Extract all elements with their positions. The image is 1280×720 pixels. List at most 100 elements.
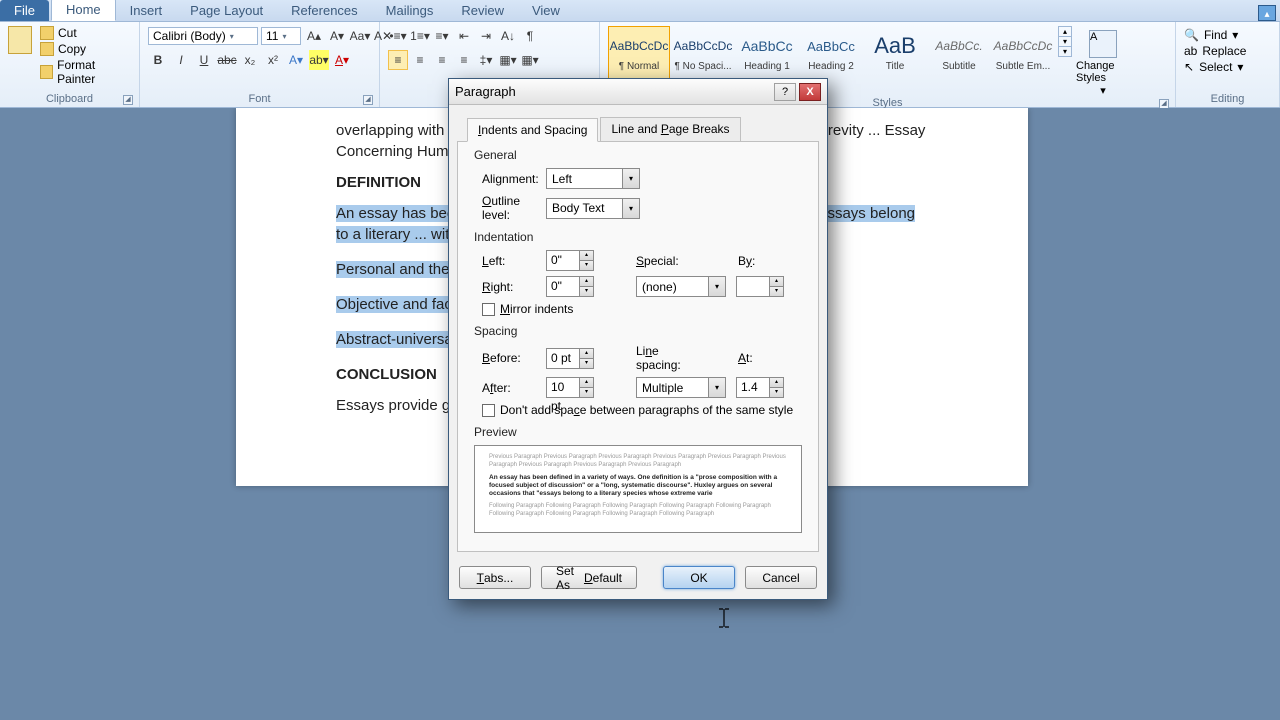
dialog-help-button[interactable]: ? (774, 83, 796, 101)
style-no-spacing[interactable]: AaBbCcDc¶ No Spaci... (672, 26, 734, 82)
align-right-button[interactable]: ≡ (432, 50, 452, 70)
font-name-combo[interactable]: Calibri (Body)▾ (148, 27, 258, 45)
change-styles-button[interactable]: A Change Styles▾ (1076, 26, 1130, 97)
format-painter-button[interactable]: Format Painter (40, 58, 131, 86)
styles-more[interactable]: ▾ (1059, 47, 1071, 56)
find-button[interactable]: 🔍Find▾ (1184, 28, 1270, 42)
indent-right-label: Right: (474, 280, 546, 294)
tab-page-layout[interactable]: Page Layout (176, 0, 277, 21)
align-center-button[interactable]: ≡ (410, 50, 430, 70)
bullets-button[interactable]: •≡▾ (388, 26, 408, 46)
group-label-editing: Editing (1211, 93, 1245, 105)
group-label-clipboard: Clipboard (46, 93, 93, 105)
subscript-button[interactable]: x₂ (240, 50, 260, 70)
style-normal[interactable]: AaBbCcDc¶ Normal (608, 26, 670, 82)
select-button[interactable]: ↖Select▾ (1184, 60, 1270, 74)
dialog-title-bar[interactable]: Paragraph ? X (449, 79, 827, 105)
paragraph-dialog: Paragraph ? X Indents and Spacing Line a… (448, 78, 828, 600)
style-subtitle[interactable]: AaBbCc.Subtitle (928, 26, 990, 82)
strikethrough-button[interactable]: abc (217, 50, 237, 70)
styles-scroll-up[interactable]: ▴ (1059, 27, 1071, 37)
spacing-section-label: Spacing (474, 324, 802, 338)
alignment-combo[interactable]: Left▾ (546, 168, 640, 189)
indent-left-spinner[interactable]: 0"▴▾ (546, 250, 594, 271)
indent-right-spinner[interactable]: 0"▴▾ (546, 276, 594, 297)
by-spinner[interactable]: ▴▾ (736, 276, 784, 297)
borders-button[interactable]: ▦▾ (520, 50, 540, 70)
italic-button[interactable]: I (171, 50, 191, 70)
alignment-label: Alignment: (474, 172, 546, 186)
copy-icon (40, 42, 54, 56)
style-title[interactable]: AaBTitle (864, 26, 926, 82)
after-spinner[interactable]: 10 pt▴▾ (546, 377, 594, 398)
change-case-button[interactable]: Aa▾ (350, 26, 370, 46)
superscript-button[interactable]: x² (263, 50, 283, 70)
tab-home[interactable]: Home (51, 0, 116, 21)
preview-section-label: Preview (474, 425, 802, 439)
preview-box: Previous Paragraph Previous Paragraph Pr… (474, 445, 802, 533)
dialog-title: Paragraph (455, 84, 516, 99)
style-heading1[interactable]: AaBbCcHeading 1 (736, 26, 798, 82)
style-heading2[interactable]: AaBbCcHeading 2 (800, 26, 862, 82)
text-effects-button[interactable]: A▾ (286, 50, 306, 70)
cancel-button[interactable]: Cancel (745, 566, 817, 589)
outline-level-combo[interactable]: Body Text▾ (546, 198, 640, 219)
copy-button[interactable]: Copy (40, 42, 131, 56)
sort-button[interactable]: A↓ (498, 26, 518, 46)
special-combo[interactable]: (none)▾ (636, 276, 726, 297)
justify-button[interactable]: ≡ (454, 50, 474, 70)
select-icon: ↖ (1184, 60, 1194, 74)
ribbon-tab-bar: File Home Insert Page Layout References … (0, 0, 1280, 22)
replace-button[interactable]: abReplace (1184, 44, 1270, 58)
grow-font-button[interactable]: A▴ (304, 26, 324, 46)
tab-review[interactable]: Review (447, 0, 518, 21)
minimize-ribbon-button[interactable]: ▴ (1258, 5, 1276, 21)
indent-left-label: Left: (474, 254, 546, 268)
increase-indent-button[interactable]: ⇥ (476, 26, 496, 46)
styles-scroll-down[interactable]: ▾ (1059, 37, 1071, 47)
style-subtle-em[interactable]: AaBbCcDcSubtle Em... (992, 26, 1054, 82)
before-spinner[interactable]: 0 pt▴▾ (546, 348, 594, 369)
tab-indents-spacing[interactable]: Indents and Spacing (467, 118, 598, 142)
tab-references[interactable]: References (277, 0, 371, 21)
at-spinner[interactable]: 1.4▴▾ (736, 377, 784, 398)
shrink-font-button[interactable]: A▾ (327, 26, 347, 46)
shading-button[interactable]: ▦▾ (498, 50, 518, 70)
ok-button[interactable]: OK (663, 566, 735, 589)
align-left-button[interactable]: ≡ (388, 50, 408, 70)
replace-icon: ab (1184, 44, 1197, 58)
tab-insert[interactable]: Insert (116, 0, 177, 21)
clipboard-dialog-launcher[interactable]: ◢ (123, 95, 133, 105)
set-as-default-button[interactable]: Set As Default (541, 566, 637, 589)
decrease-indent-button[interactable]: ⇤ (454, 26, 474, 46)
font-color-button[interactable]: A▾ (332, 50, 352, 70)
no-space-same-style-checkbox[interactable]: Don't add space between paragraphs of th… (482, 403, 793, 417)
dialog-close-button[interactable]: X (799, 83, 821, 101)
before-label: Before: (474, 351, 546, 365)
numbering-button[interactable]: 1≡▾ (410, 26, 430, 46)
general-section-label: General (474, 148, 802, 162)
show-marks-button[interactable]: ¶ (520, 26, 540, 46)
multilevel-list-button[interactable]: ≡▾ (432, 26, 452, 46)
tabs-button[interactable]: Tabs... (459, 566, 531, 589)
by-label: By: (738, 254, 755, 268)
font-size-combo[interactable]: 11▾ (261, 27, 301, 45)
line-spacing-button[interactable]: ‡▾ (476, 50, 496, 70)
underline-button[interactable]: U (194, 50, 214, 70)
mirror-indents-checkbox[interactable]: Mirror indents (482, 302, 573, 316)
highlight-button[interactable]: ab▾ (309, 50, 329, 70)
bold-button[interactable]: B (148, 50, 168, 70)
line-spacing-combo[interactable]: Multiple▾ (636, 377, 726, 398)
font-dialog-launcher[interactable]: ◢ (363, 95, 373, 105)
paste-icon[interactable] (8, 26, 32, 54)
tab-file[interactable]: File (0, 0, 49, 21)
tab-mailings[interactable]: Mailings (372, 0, 448, 21)
after-label: After: (474, 381, 546, 395)
tab-line-page-breaks[interactable]: Line and Page Breaks (600, 117, 740, 141)
at-label: At: (738, 351, 753, 365)
line-spacing-label: Line spacing: (636, 344, 706, 372)
tab-view[interactable]: View (518, 0, 574, 21)
styles-gallery[interactable]: AaBbCcDc¶ Normal AaBbCcDc¶ No Spaci... A… (608, 26, 1054, 82)
cut-button[interactable]: Cut (40, 26, 131, 40)
outline-level-label: Outline level: (474, 194, 546, 222)
